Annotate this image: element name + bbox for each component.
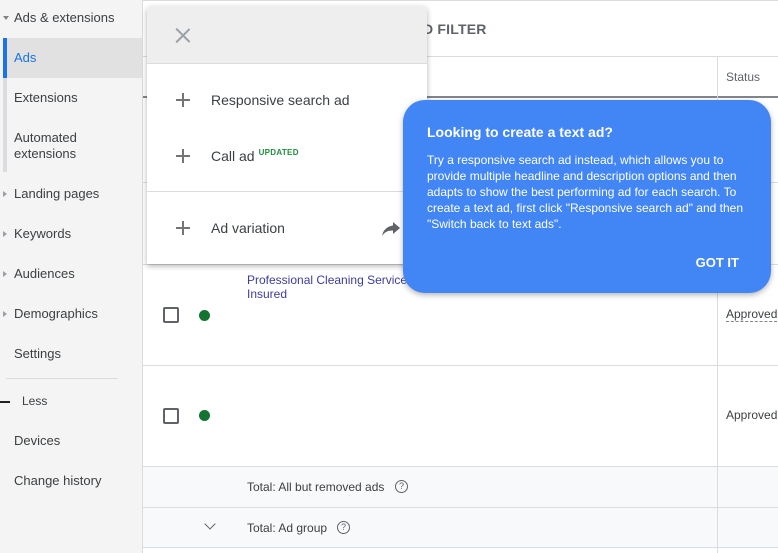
got-it-button[interactable]: GOT IT	[696, 255, 739, 270]
column-header-status[interactable]: Status	[726, 70, 760, 84]
status-value[interactable]: Approved	[726, 307, 778, 322]
menu-item-ad-variation[interactable]: Ad variation	[147, 208, 427, 248]
sidebar-section-label: Ads & extensions	[14, 10, 115, 25]
tooltip-body: Try a responsive search ad instead, whic…	[427, 153, 744, 231]
sidebar-item-label: Demographics	[14, 306, 98, 321]
sidebar-item-label: Change history	[14, 473, 102, 488]
sidebar-item-keywords[interactable]: Keywords	[0, 226, 142, 244]
sidebar-item-landing-pages[interactable]: Landing pages	[0, 186, 142, 204]
sidebar-item-ads[interactable]: Ads	[0, 50, 142, 68]
new-ad-menu: Responsive search ad Call ad UPDATED Ad v…	[147, 6, 427, 264]
caret-right-icon	[3, 231, 7, 237]
share-arrow-icon	[382, 222, 400, 236]
chevron-down-icon[interactable]	[204, 518, 216, 530]
caret-right-icon	[3, 191, 7, 197]
sidebar-divider	[6, 378, 118, 379]
close-icon[interactable]	[174, 26, 192, 44]
sidebar-item-label: Devices	[14, 433, 61, 448]
menu-item-responsive-search-ad[interactable]: Responsive search ad	[147, 80, 427, 120]
add-filter-button[interactable]: D FILTER	[423, 21, 487, 37]
sidebar-item-settings[interactable]: Settings	[0, 346, 142, 364]
sidebar-item-label: Keywords	[14, 226, 72, 241]
total-row-all-but-removed: Total: All but removed ads ?	[143, 466, 778, 508]
text-ad-tooltip: Looking to create a text ad? Try a respo…	[403, 100, 771, 293]
column-divider	[717, 508, 718, 549]
help-icon[interactable]: ?	[337, 521, 350, 534]
caret-down-icon	[3, 16, 9, 20]
menu-item-label: Ad variation	[211, 220, 285, 236]
menu-item-label: Call ad UPDATED	[211, 148, 299, 164]
menu-item-text: Call ad	[211, 148, 255, 164]
status-enabled-dot-icon	[199, 310, 210, 321]
sidebar-less-toggle[interactable]: Less	[0, 394, 142, 412]
sidebar-section-ads-extensions[interactable]: Ads & extensions	[0, 10, 142, 28]
help-icon[interactable]: ?	[395, 480, 408, 493]
sidebar-item-label: Automated extensions	[14, 130, 77, 161]
sidebar-item-label: Extensions	[14, 90, 78, 105]
tooltip-title: Looking to create a text ad?	[427, 124, 613, 140]
column-divider	[717, 467, 718, 508]
plus-icon	[176, 221, 190, 235]
row-divider	[143, 365, 778, 366]
total-label: Total: Ad group	[247, 521, 328, 535]
plus-icon	[176, 149, 190, 163]
caret-right-icon	[3, 311, 7, 317]
status-value: Approved	[726, 408, 778, 422]
sidebar-item-automated-extensions[interactable]: Automated extensions	[0, 130, 142, 164]
sidebar-item-label: Audiences	[14, 266, 75, 281]
sidebar-item-label: Settings	[14, 346, 61, 361]
sidebar-item-demographics[interactable]: Demographics	[0, 306, 142, 324]
sidebar-item-extensions[interactable]: Extensions	[0, 90, 142, 108]
menu-item-label: Responsive search ad	[211, 92, 350, 108]
sidebar: Ads & extensions Ads Extensions Automate…	[0, 0, 143, 553]
row-checkbox[interactable]	[163, 307, 179, 323]
ad-headline-link[interactable]: Professional Cleaning Service Insured	[247, 273, 427, 301]
caret-right-icon	[3, 271, 7, 277]
total-row-ad-group: Total: Ad group ?	[143, 507, 778, 549]
menu-item-call-ad[interactable]: Call ad UPDATED	[147, 136, 427, 176]
sidebar-item-devices[interactable]: Devices	[0, 433, 142, 451]
sidebar-item-change-history[interactable]: Change history	[0, 473, 142, 491]
updated-badge: UPDATED	[258, 148, 299, 158]
plus-icon	[176, 93, 190, 107]
less-label: Less	[22, 394, 48, 408]
total-label: Total: All but removed ads	[247, 480, 385, 494]
sidebar-item-audiences[interactable]: Audiences	[0, 266, 142, 284]
row-checkbox[interactable]	[163, 408, 179, 424]
status-enabled-dot-icon	[199, 410, 210, 421]
menu-divider	[147, 191, 427, 192]
sidebar-item-label: Landing pages	[14, 186, 100, 201]
menu-header	[147, 6, 427, 64]
sidebar-item-label: Ads	[14, 50, 37, 65]
